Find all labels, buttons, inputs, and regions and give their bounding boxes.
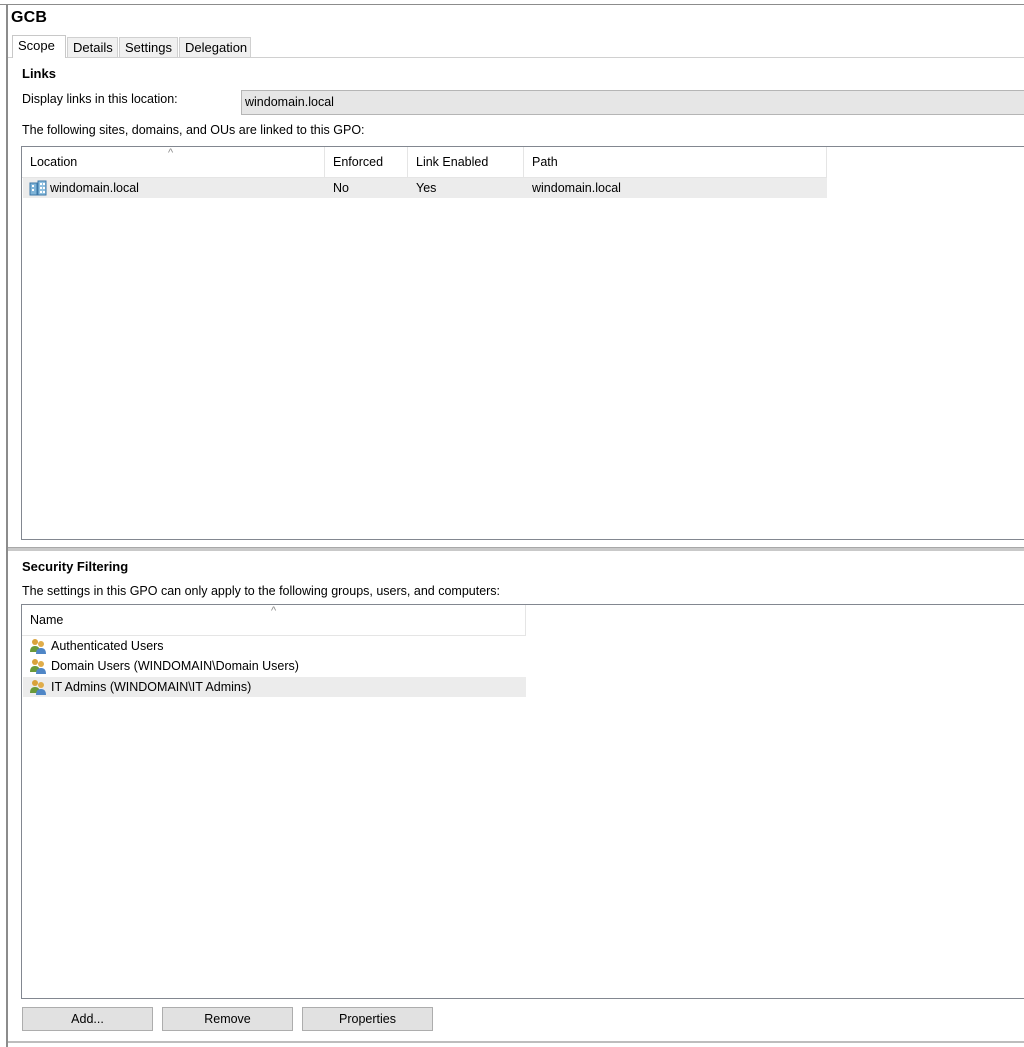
- links-list-header: Location ^ Enforced Link Enabled Path: [22, 147, 827, 178]
- user-group-icon: [29, 657, 47, 675]
- security-filtering-description: The settings in this GPO can only apply …: [22, 584, 501, 598]
- item-name: Domain Users (WINDOMAIN\Domain Users): [51, 659, 299, 673]
- location-combobox[interactable]: windomain.local: [241, 90, 1024, 115]
- tab-details[interactable]: Details: [67, 37, 118, 57]
- column-label-name: Name: [30, 613, 64, 627]
- properties-button[interactable]: Properties: [302, 1007, 433, 1031]
- gpo-title: GCB: [11, 9, 48, 26]
- add-button[interactable]: Add...: [22, 1007, 153, 1031]
- security-filtering-listview[interactable]: Name ^ Authenticated Users Domain Users …: [21, 604, 1024, 999]
- links-table-row[interactable]: windomain.local No Yes windomain.local: [23, 178, 827, 198]
- user-group-icon: [29, 637, 47, 655]
- tab-settings[interactable]: Settings: [119, 37, 178, 57]
- list-item[interactable]: IT Admins (WINDOMAIN\IT Admins): [23, 677, 526, 697]
- user-group-icon: [29, 678, 47, 696]
- domain-icon: [29, 179, 47, 197]
- cell-enforced: No: [333, 181, 349, 195]
- remove-button[interactable]: Remove: [162, 1007, 293, 1031]
- list-item[interactable]: Domain Users (WINDOMAIN\Domain Users): [23, 656, 526, 676]
- column-header-enforced[interactable]: Enforced: [325, 147, 408, 177]
- cell-path: windomain.local: [532, 181, 621, 195]
- cell-location: windomain.local: [50, 181, 139, 195]
- window-frame-top: [0, 4, 1024, 5]
- item-name: IT Admins (WINDOMAIN\IT Admins): [51, 680, 252, 694]
- links-listview[interactable]: Location ^ Enforced Link Enabled Path wi…: [21, 146, 1024, 540]
- location-label: Display links in this location:: [22, 92, 178, 106]
- column-header-link-enabled[interactable]: Link Enabled: [408, 147, 524, 177]
- links-section-title: Links: [22, 66, 56, 81]
- tab-delegation[interactable]: Delegation: [179, 37, 251, 57]
- item-name: Authenticated Users: [51, 639, 164, 653]
- tab-scope[interactable]: Scope: [12, 35, 66, 58]
- links-description: The following sites, domains, and OUs ar…: [22, 123, 365, 137]
- cell-link-enabled: Yes: [416, 181, 437, 195]
- column-label-location: Location: [30, 155, 78, 169]
- security-filtering-title: Security Filtering: [22, 559, 129, 574]
- window-frame-left: [6, 4, 8, 1047]
- column-header-name[interactable]: Name ^: [22, 605, 526, 635]
- sort-ascending-icon: ^: [271, 605, 277, 617]
- security-list-header: Name ^: [22, 605, 526, 636]
- column-header-location[interactable]: Location ^: [22, 147, 325, 177]
- column-header-path[interactable]: Path: [524, 147, 827, 177]
- sort-ascending-icon: ^: [168, 147, 174, 159]
- list-item[interactable]: Authenticated Users: [23, 636, 526, 656]
- window-frame-bottom: [8, 1041, 1024, 1043]
- tab-divider: [8, 57, 1024, 58]
- pane-splitter[interactable]: [8, 547, 1024, 551]
